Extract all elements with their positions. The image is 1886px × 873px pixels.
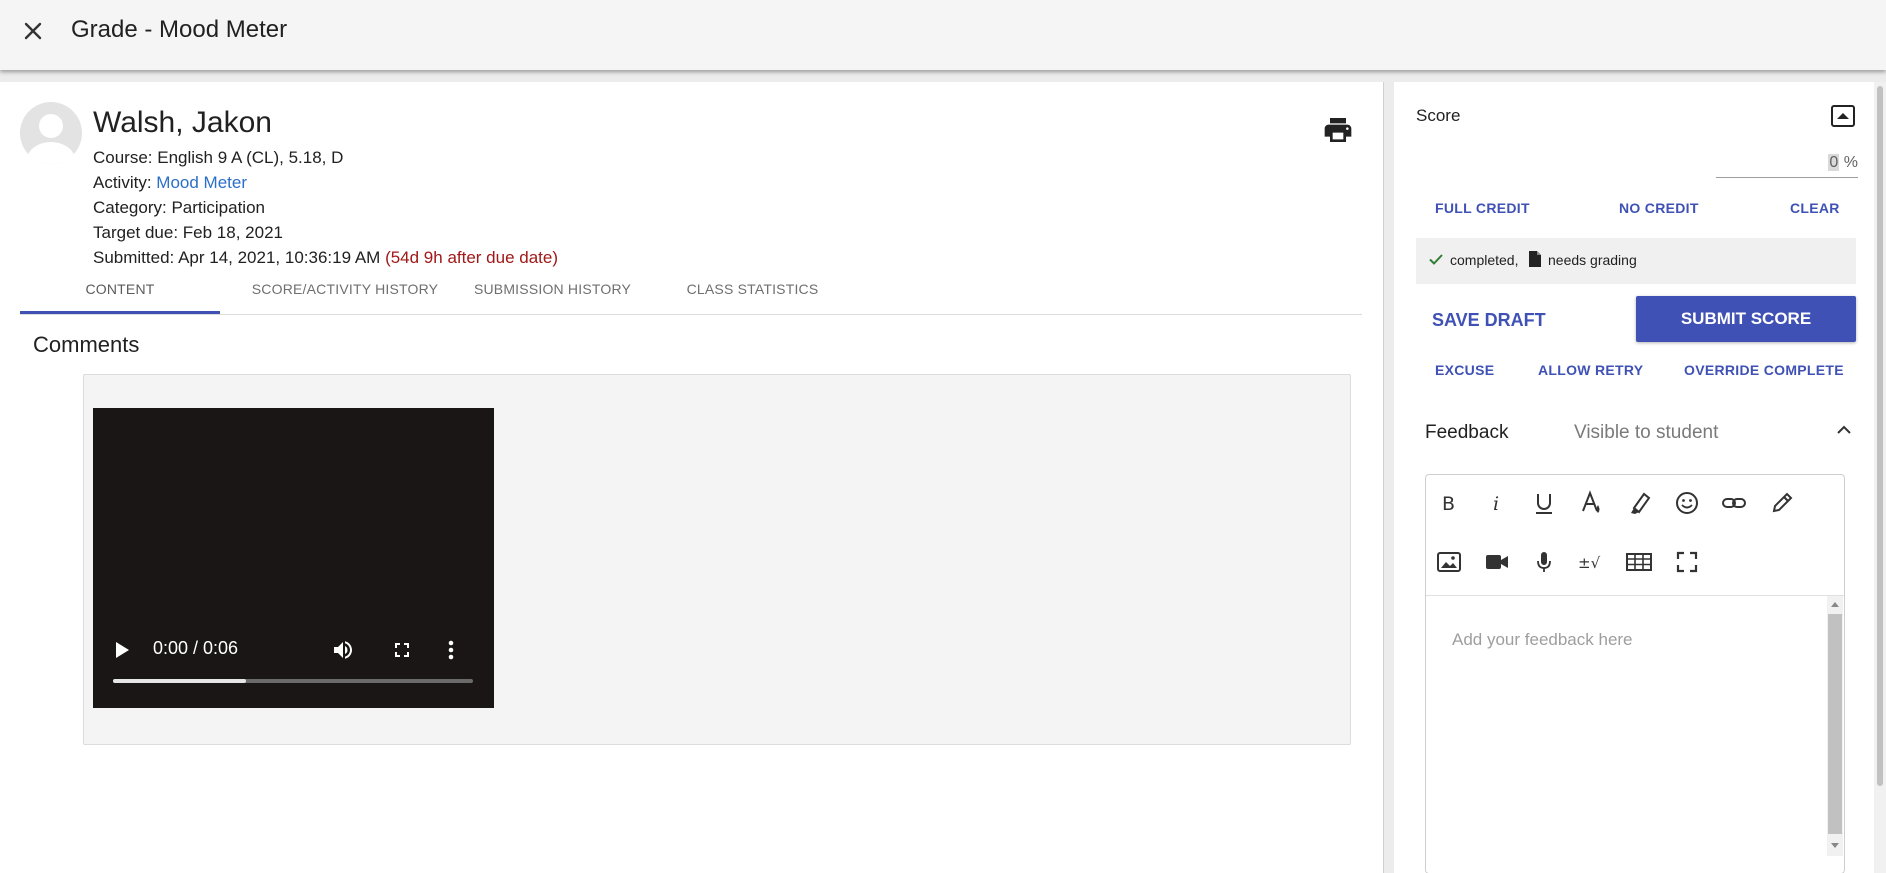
video-icon[interactable] [1482,547,1512,577]
bold-icon[interactable]: B [1434,488,1464,518]
no-credit-button[interactable]: NO CREDIT [1619,200,1699,216]
category-line: Category: Participation [93,198,265,218]
highlighter-icon[interactable] [1624,488,1654,518]
score-input[interactable]: 0 % [1716,148,1858,178]
microphone-icon[interactable] [1529,547,1559,577]
target-due-label: Target due: [93,223,183,242]
status-completed: completed, [1450,252,1519,268]
feedback-placeholder: Add your feedback here [1452,630,1633,649]
allow-retry-button[interactable]: ALLOW RETRY [1538,362,1643,378]
collapse-icon[interactable] [1830,104,1856,128]
video-player[interactable]: 0:00 / 0:06 [93,408,494,708]
clear-button[interactable]: CLEAR [1790,200,1840,216]
score-value: 0 [1828,154,1840,171]
submit-score-button[interactable]: SUBMIT SCORE [1636,296,1856,342]
tab-score-activity-history[interactable]: SCORE/ACTIVITY HISTORY [230,278,460,314]
category-label: Category: [93,198,172,217]
feedback-label: Feedback [1425,422,1509,443]
page-scrollbar[interactable] [1874,82,1886,873]
tab-submission-history[interactable]: SUBMISSION HISTORY [450,278,655,314]
emoji-icon[interactable] [1672,488,1702,518]
video-progress-bar[interactable] [113,679,473,683]
comment-box: 0:00 / 0:06 [83,374,1351,745]
svg-text:B: B [1442,493,1455,515]
play-icon[interactable] [113,640,131,665]
submitted-label: Submitted: [93,248,179,267]
avatar [20,102,82,164]
course-value: English 9 A (CL), 5.18, D [157,148,344,167]
feedback-visibility: Visible to student [1574,422,1719,443]
score-label: Score [1416,106,1461,125]
course-label: Course: [93,148,158,167]
target-due-value: Feb 18, 2021 [182,223,283,242]
math-equation-icon[interactable]: ±√ [1577,547,1607,577]
override-complete-button[interactable]: OVERRIDE COMPLETE [1684,362,1844,378]
page-scroll-thumb[interactable] [1877,86,1883,786]
chevron-up-icon[interactable] [1832,418,1856,442]
save-draft-button[interactable]: SAVE DRAFT [1432,310,1546,331]
underline-icon[interactable] [1529,488,1559,518]
fullscreen-icon[interactable] [390,638,414,667]
submitted-line: Submitted: Apr 14, 2021, 10:36:19 AM (54… [93,248,558,268]
student-name: Walsh, Jakon [93,106,272,139]
grading-content-panel: Walsh, Jakon Course: English 9 A (CL), 5… [0,82,1384,873]
document-icon [1528,250,1542,273]
italic-icon[interactable]: i [1482,488,1512,518]
feedback-textarea[interactable]: Add your feedback here [1426,595,1844,873]
target-due-line: Target due: Feb 18, 2021 [93,223,283,243]
activity-line: Activity: Mood Meter [93,173,247,193]
more-options-icon[interactable] [445,638,457,667]
status-needs-grading: needs grading [1548,252,1637,268]
feedback-editor: B i ±√ Add your feedback here [1425,474,1845,873]
tab-content[interactable]: CONTENT [20,278,220,314]
score-unit: % [1839,154,1858,171]
score-panel: Score 0 % FULL CREDIT NO CREDIT CLEAR co… [1394,82,1874,873]
tab-class-statistics[interactable]: CLASS STATISTICS [650,278,855,314]
course-line: Course: English 9 A (CL), 5.18, D [93,148,343,168]
image-icon[interactable] [1434,547,1464,577]
page-title: Grade - Mood Meter [71,16,288,43]
scroll-up-icon[interactable] [1830,600,1840,608]
late-badge: (54d 9h after due date) [385,248,559,267]
editor-scroll-thumb[interactable] [1828,614,1842,834]
video-time: 0:00 / 0:06 [153,638,239,658]
link-icon[interactable] [1719,488,1749,518]
video-progress-fill [113,679,247,683]
submitted-value: Apr 14, 2021, 10:36:19 AM [178,248,381,267]
close-icon[interactable] [18,16,48,46]
activity-link[interactable]: Mood Meter [156,173,247,192]
check-icon [1428,251,1444,272]
activity-label: Activity: [93,173,157,192]
table-icon[interactable] [1624,547,1654,577]
fullscreen-editor-icon[interactable] [1672,547,1702,577]
category-value: Participation [171,198,265,217]
volume-icon[interactable] [331,638,355,667]
comments-title: Comments [33,332,140,357]
excuse-button[interactable]: EXCUSE [1435,362,1494,378]
status-row: completed, needs grading [1416,238,1856,284]
svg-text:i: i [1493,493,1499,515]
pencil-icon[interactable] [1767,488,1797,518]
editor-scrollbar[interactable] [1827,596,1843,856]
text-color-icon[interactable] [1577,488,1607,518]
svg-text:±√: ±√ [1578,554,1601,572]
full-credit-button[interactable]: FULL CREDIT [1435,200,1530,216]
print-icon[interactable] [1322,114,1354,146]
top-bar: Grade - Mood Meter [0,0,1886,70]
tabs-divider [20,314,1362,315]
scroll-down-icon[interactable] [1830,842,1840,850]
